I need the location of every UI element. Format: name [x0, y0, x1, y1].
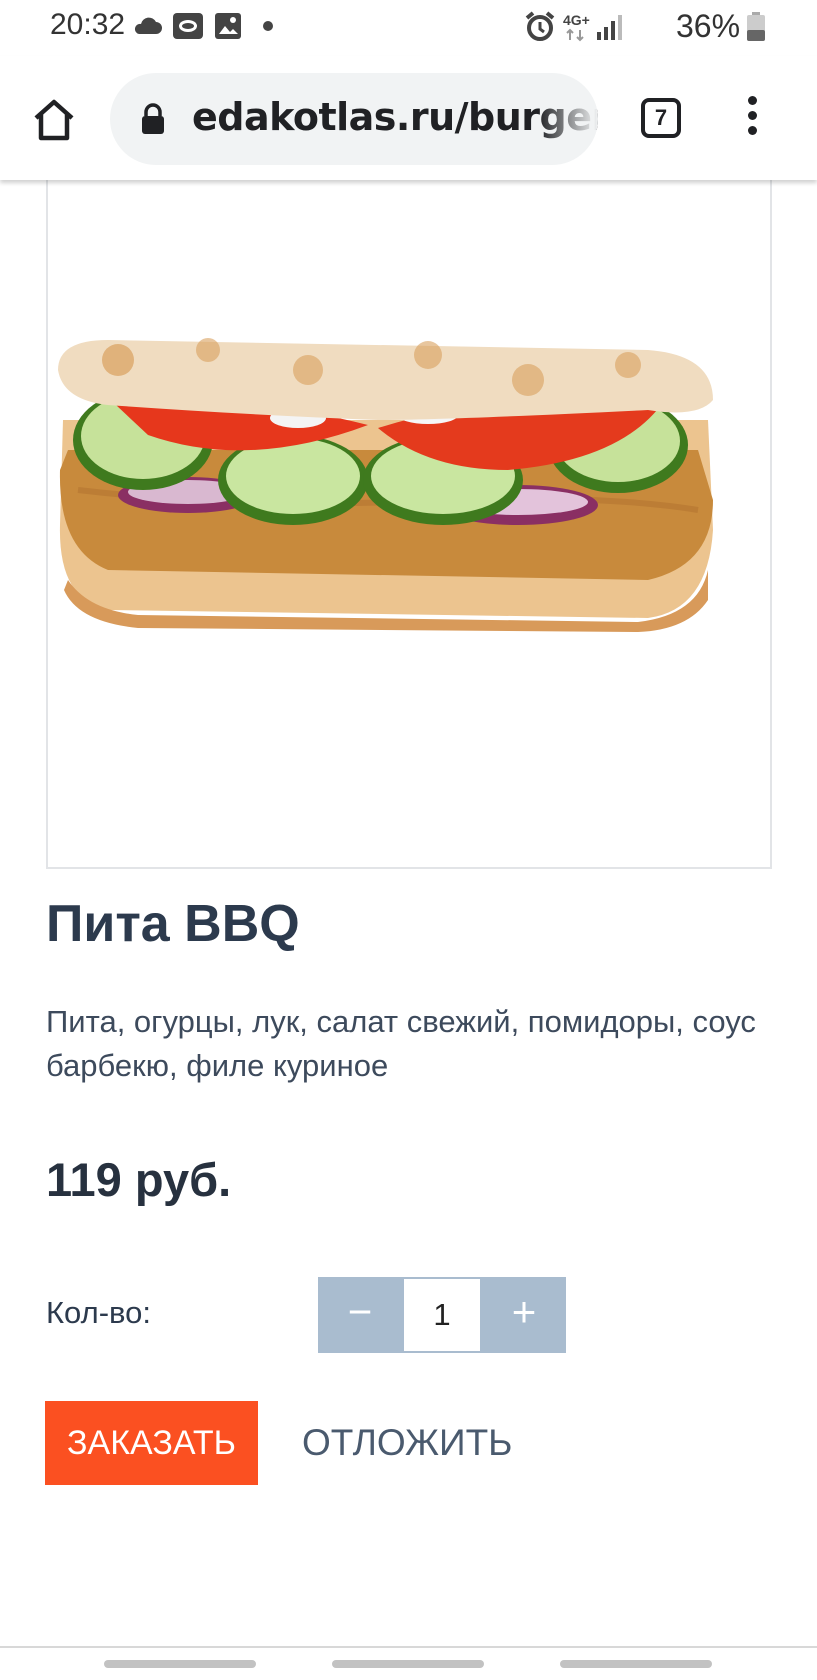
nav-bar-right [560, 1660, 712, 1668]
product-description: Пита, огурцы, лук, салат свежий, помидор… [46, 1004, 756, 1083]
browser-toolbar: edakotlas.ru/burger 7 [0, 56, 817, 180]
quantity-label: Кол-во: [46, 1295, 152, 1330]
image-icon [215, 13, 241, 39]
product-price: 119 руб. [46, 1153, 232, 1206]
nav-bar-center [332, 1660, 484, 1668]
url-fade [538, 73, 598, 165]
address-bar[interactable]: edakotlas.ru/burger [110, 73, 598, 165]
network-type: 4G+ [563, 12, 590, 28]
nav-bar-left [104, 1660, 256, 1668]
cloud-icon [134, 17, 162, 34]
battery-percent: 36% [676, 8, 741, 44]
signal-icon [597, 15, 622, 40]
data-arrows-icon [566, 28, 584, 42]
battery-icon [747, 12, 765, 41]
alarm-icon [525, 11, 555, 41]
product-title: Пита BBQ [46, 895, 300, 953]
quantity-input[interactable]: 1 [402, 1277, 482, 1353]
screen-cast-icon [173, 13, 203, 39]
more-options-icon[interactable] [744, 96, 760, 144]
bottom-divider [0, 1646, 817, 1648]
order-button[interactable]: ЗАКАЗАТЬ [45, 1401, 258, 1485]
decrease-quantity-button[interactable]: − [318, 1277, 402, 1353]
product-image [46, 170, 772, 869]
lock-icon [142, 103, 164, 134]
home-icon[interactable] [30, 96, 78, 144]
defer-button[interactable]: ОТЛОЖИТЬ [302, 1422, 512, 1464]
pita-sandwich-image [58, 338, 713, 632]
notification-dot-icon [263, 21, 273, 31]
tab-switcher-button[interactable]: 7 [641, 98, 681, 138]
status-time: 20:32 [50, 8, 126, 41]
increase-quantity-button[interactable]: + [482, 1277, 566, 1353]
quantity-stepper: − 1 + [318, 1277, 566, 1353]
status-bar: 20:32 4G+ 36% [0, 0, 817, 56]
